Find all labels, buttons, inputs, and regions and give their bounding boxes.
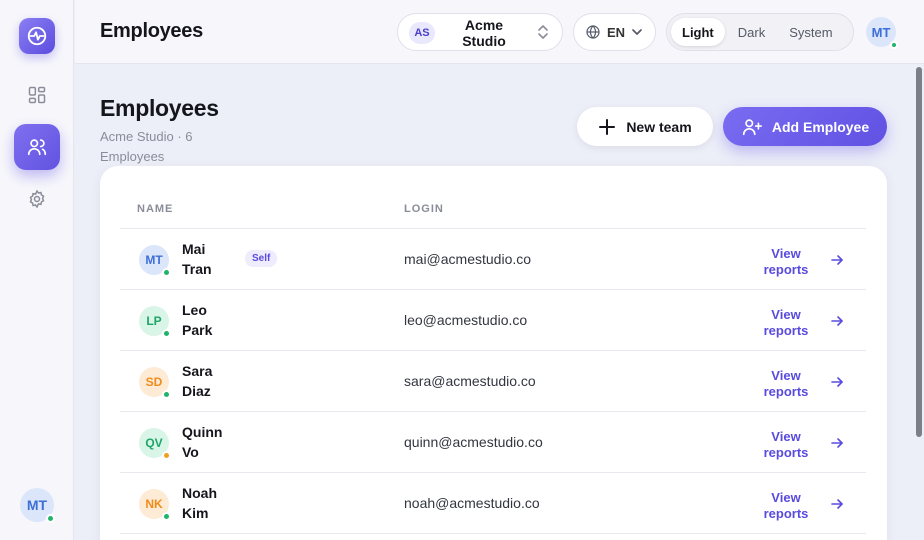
view-reports-link[interactable]: View reports [756,307,816,339]
user-avatar[interactable]: MT [20,488,55,523]
arrow-right-icon[interactable] [830,497,844,511]
sidebar-item-employees[interactable] [14,124,60,170]
page-subtitle: Acme Studio · 6 Employees [100,129,193,164]
view-reports-link[interactable]: View reports [756,368,816,400]
employee-initials: NK [145,497,163,511]
presence-status-dot [162,451,171,460]
presence-status-dot [162,512,171,521]
arrow-right-icon[interactable] [830,436,844,450]
app-logo[interactable] [19,18,55,54]
employee-login: leo@acmestudio.co [404,312,528,328]
employee-login: mai@acmestudio.co [404,251,532,267]
self-badge: Self [245,250,278,267]
table-row[interactable]: MT Mai Tran Self mai@acmestudio.co View … [120,229,866,290]
activity-pulse-icon [27,26,47,46]
theme-option-dark[interactable]: Dark [727,18,776,46]
employees-table-card: NAME LOGIN MT Mai Tran Self mai@acmestud… [100,166,887,540]
org-switcher[interactable]: AS Acme Studio [397,13,563,51]
globe-icon [586,25,600,39]
user-plus-icon [742,118,762,135]
employee-name: Mai Tran [182,241,212,277]
employee-initials: MT [145,253,163,267]
grid-icon [28,86,46,104]
employee-login: quinn@acmestudio.co [404,434,543,450]
employee-avatar: MT [139,245,171,277]
sidebar: MT [0,0,74,540]
employee-name: Noah Kim [182,485,217,521]
presence-status-dot [162,329,171,338]
add-employee-label: Add Employee [771,118,870,135]
plus-icon [599,118,616,135]
employee-avatar: NK [139,489,171,521]
arrow-right-icon[interactable] [830,375,844,389]
online-status-dot [890,41,898,49]
topbar-user-avatar[interactable]: MT [866,17,898,49]
page-scrollbar[interactable] [914,64,924,540]
table-row[interactable]: NK Noah Kim noah@acmestudio.co View repo… [120,473,866,534]
gear-icon [29,189,45,209]
presence-status-dot [162,390,171,399]
table-row[interactable]: LP Leo Park leo@acmestudio.co View repor… [120,290,866,351]
language-value: EN [607,24,626,40]
scrollbar-thumb[interactable] [916,67,922,437]
language-select[interactable]: EN [573,13,656,51]
theme-option-system[interactable]: System [778,18,843,46]
arrow-right-icon[interactable] [830,253,844,267]
view-reports-link[interactable]: View reports [756,246,816,278]
employee-initials: QV [145,436,163,450]
employee-name: Sara Diaz [182,363,213,399]
employee-login: sara@acmestudio.co [404,373,536,389]
page-title: Employees [100,95,219,121]
column-header-name: NAME [137,203,174,215]
employee-name: Quinn Vo [182,424,223,460]
theme-option-light[interactable]: Light [671,18,725,46]
employee-name: Leo Park [182,302,213,338]
topbar: Employees AS Acme Studio EN Light Dark S… [75,0,924,64]
employee-avatar: SD [139,367,171,399]
sidebar-item-dashboard[interactable] [14,72,60,118]
table-row[interactable]: SD Sara Diaz sara@acmestudio.co View rep… [120,351,866,412]
sidebar-item-settings[interactable] [14,176,60,222]
employee-avatar: QV [139,428,171,460]
org-name: Acme Studio [462,17,506,49]
online-status-dot [46,514,55,523]
employee-initials: SD [145,375,163,389]
employee-avatar: LP [139,306,171,338]
new-team-label: New team [626,118,692,135]
presence-status-dot [162,268,171,277]
employee-initials: LP [146,314,162,328]
add-employee-button[interactable]: Add Employee [723,107,887,146]
user-avatar-initials: MT [26,497,48,513]
view-reports-link[interactable]: View reports [756,429,816,461]
arrow-right-icon[interactable] [830,314,844,328]
theme-toggle: Light Dark System [666,13,854,51]
new-team-button[interactable]: New team [577,107,713,146]
table-row[interactable]: QV Quinn Vo quinn@acmestudio.co View rep… [120,412,866,473]
column-header-login: LOGIN [404,203,444,215]
chevron-down-icon [632,29,642,35]
view-reports-link[interactable]: View reports [756,490,816,522]
employee-login: noah@acmestudio.co [404,495,540,511]
users-icon [27,139,47,156]
topbar-avatar-initials: MT [871,24,891,40]
org-badge: AS [409,22,435,44]
topbar-title: Employees [100,20,203,42]
chevron-up-down-icon [538,25,548,39]
